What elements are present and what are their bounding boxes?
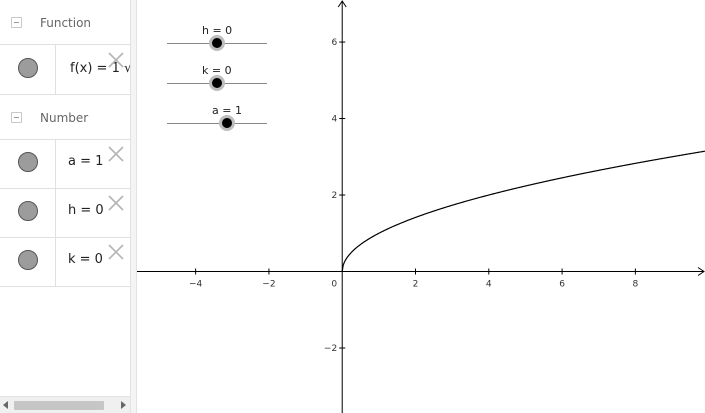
y-tick-label: 2	[331, 191, 337, 201]
marble-cell	[0, 237, 56, 286]
delete-f-icon[interactable]	[107, 51, 125, 69]
slider-h-knob[interactable]	[209, 35, 225, 51]
y-tick-label: 6	[331, 38, 337, 48]
collapse-function-icon[interactable]	[11, 17, 22, 28]
slider-a-track[interactable]	[167, 123, 267, 124]
slider-a[interactable]: a = 1	[167, 104, 267, 144]
group-header-function[interactable]: Function	[0, 0, 130, 45]
marble-cell	[0, 139, 56, 188]
algebra-text-h[interactable]: h = 0	[68, 203, 104, 218]
x-tick-label: 0	[331, 280, 337, 290]
group-label-function: Function	[40, 16, 92, 30]
horizontal-scrollbar[interactable]	[0, 396, 130, 413]
slider-k-knob[interactable]	[209, 75, 225, 91]
algebra-view: Function f(x) = 1 √(x) Number a = 1 h = …	[0, 0, 130, 413]
marble-cell	[0, 45, 56, 94]
scrollbar-thumb[interactable]	[14, 401, 104, 410]
x-tick-label: −2	[262, 280, 275, 290]
visibility-toggle-f-icon[interactable]	[18, 58, 38, 78]
algebra-text-k[interactable]: k = 0	[68, 252, 103, 267]
visibility-toggle-h-icon[interactable]	[18, 201, 38, 221]
slider-h[interactable]: h = 0	[167, 24, 267, 64]
marble-cell	[0, 188, 56, 237]
algebra-item-f[interactable]: f(x) = 1 √(x)	[0, 45, 130, 95]
function-curve-f	[341, 150, 705, 272]
x-tick-label: 4	[486, 280, 492, 290]
group-header-number[interactable]: Number	[0, 95, 130, 140]
delete-h-icon[interactable]	[107, 194, 125, 212]
scroll-left-icon[interactable]	[3, 401, 8, 409]
y-tick-label: −2	[324, 344, 337, 354]
algebra-item-a[interactable]: a = 1	[0, 139, 130, 189]
slider-a-knob[interactable]	[219, 115, 235, 131]
scroll-right-icon[interactable]	[121, 401, 126, 409]
slider-k[interactable]: k = 0	[167, 64, 267, 104]
group-label-number: Number	[40, 111, 89, 125]
view-divider[interactable]	[130, 0, 137, 413]
algebra-text-a[interactable]: a = 1	[68, 154, 103, 169]
x-tick-label: 8	[633, 280, 639, 290]
x-tick-label: 2	[413, 280, 419, 290]
delete-k-icon[interactable]	[107, 243, 125, 261]
algebra-item-h[interactable]: h = 0	[0, 188, 130, 238]
graphics-view[interactable]: −4 −2 0 2 4 6 8 −2 2 4 6 h = 0 k = 0 a = 1	[137, 0, 705, 413]
x-tick-label: 6	[559, 280, 565, 290]
algebra-item-k[interactable]: k = 0	[0, 237, 130, 287]
y-tick-label: 4	[331, 115, 337, 125]
delete-a-icon[interactable]	[107, 145, 125, 163]
collapse-number-icon[interactable]	[11, 112, 22, 123]
x-tick-label: −4	[189, 280, 203, 290]
visibility-toggle-k-icon[interactable]	[18, 250, 38, 270]
visibility-toggle-a-icon[interactable]	[18, 152, 38, 172]
